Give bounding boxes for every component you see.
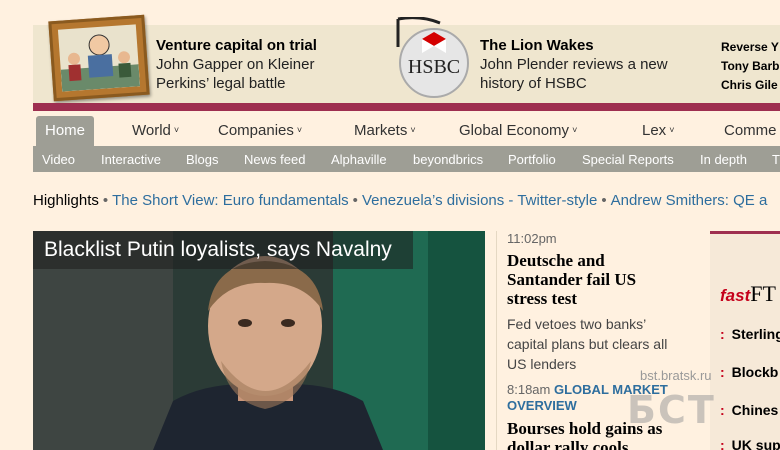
lead-story[interactable]: Blacklist Putin loyalists, says Navalny [33,231,485,450]
story-summary: Fed vetoes two banks’ capital plans but … [507,316,668,372]
subnav-item-video[interactable]: Video [42,152,75,167]
fastft-item[interactable]: : Sterling [720,326,780,342]
nav-item-companies[interactable]: Companies ˅ [218,122,302,139]
subnav-item-partial[interactable]: T [772,152,780,167]
watermark-logo: БСТ [627,388,716,432]
promo-partial-line[interactable]: Tony Barb [721,57,779,76]
nav-item-markets[interactable]: Markets ˅ [354,122,416,139]
highlights-label: Highlights [33,192,99,209]
chevron-down-icon: ˅ [296,125,303,135]
timestamp: 8:18am [507,382,551,397]
nav-tab-home[interactable]: Home [36,116,94,147]
lead-headline[interactable]: Blacklist Putin loyalists, says Navalny [33,231,413,269]
subnav-item-special-reports[interactable]: Special Reports [582,152,674,167]
nav-item-global-economy[interactable]: Global Economy ˅ [459,122,577,139]
subnav-item-in-depth[interactable]: In depth [700,152,747,167]
fastft-item[interactable]: : Blockb [720,364,778,380]
cartoon-portrait-image[interactable] [48,14,150,102]
main-nav: Home World ˅ Companies ˅ Markets ˅ Global E… [33,111,780,147]
fastft-item[interactable]: : UK sup [720,437,780,450]
highlight-link[interactable]: The Short View: Euro fundamentals [112,192,349,209]
separator-dot: • [601,192,607,209]
chevron-down-icon: ˅ [572,125,578,135]
fastft-panel: fastFT : Sterling : Blockb : Chines : UK sup [710,231,780,450]
header-divider [33,103,780,111]
photo-background [428,231,485,450]
chevron-down-icon: ˅ [173,125,180,135]
highlights-bar: Highlights • The Short View: Euro fundamen… [33,192,767,209]
subnav-item-portfolio[interactable]: Portfolio [508,152,556,167]
chevron-down-icon: ˅ [669,125,675,135]
fastft-item[interactable]: : Chines [720,402,778,418]
promo-subtitle: Perkins’ legal battle [156,75,286,92]
promo-subtitle: John Gapper on Kleiner [156,56,315,73]
highlight-link[interactable]: Andrew Smithers: QE a [611,192,768,209]
sub-nav: Video Interactive Blogs News feed Alphav… [33,146,780,172]
timestamp: 11:02pm [507,231,557,246]
promo-partial-line[interactable]: Reverse Y [721,38,779,57]
promo-title[interactable]: Venture capital on trial [156,36,317,55]
promo-subtitle: history of HSBC [480,75,587,92]
watermark-site: bst.bratsk.ru [640,368,712,383]
highlight-link[interactable]: Venezuela’s divisions - Twitter-style [362,192,597,209]
separator-dot: • [352,192,358,209]
subnav-item-alphaville[interactable]: Alphaville [331,152,387,167]
promo-partial-line[interactable]: Chris Gile [721,76,779,95]
subnav-item-beyondbrics[interactable]: beyondbrics [413,152,483,167]
hsbc-logo-sign[interactable]: HSBC [390,17,474,105]
promo-title[interactable]: The Lion Wakes [480,36,668,55]
story-headline[interactable]: Deutsche and Santander fail US stress te… [507,251,671,308]
promo-subtitle: John Plender reviews a new [480,56,668,73]
promo-band: Venture capital on trial John Gapper on … [33,14,780,103]
chevron-down-icon: ˅ [410,125,416,135]
nav-item-world[interactable]: World ˅ [132,122,179,139]
separator-dot: • [102,192,109,209]
nav-item-comment[interactable]: Comme [724,122,777,139]
subnav-item-blogs[interactable]: Blogs [186,152,219,167]
subnav-item-interactive[interactable]: Interactive [101,152,161,167]
promo-card-partial[interactable]: Reverse Y Tony Barb Chris Gile [721,38,779,95]
hsbc-logo-text: HSBC [408,56,460,78]
subnav-item-news-feed[interactable]: News feed [244,152,305,167]
nav-item-lex[interactable]: Lex ˅ [642,122,674,139]
fastft-logo[interactable]: fastFT [720,281,776,307]
lead-photo-portrait[interactable] [153,251,383,450]
